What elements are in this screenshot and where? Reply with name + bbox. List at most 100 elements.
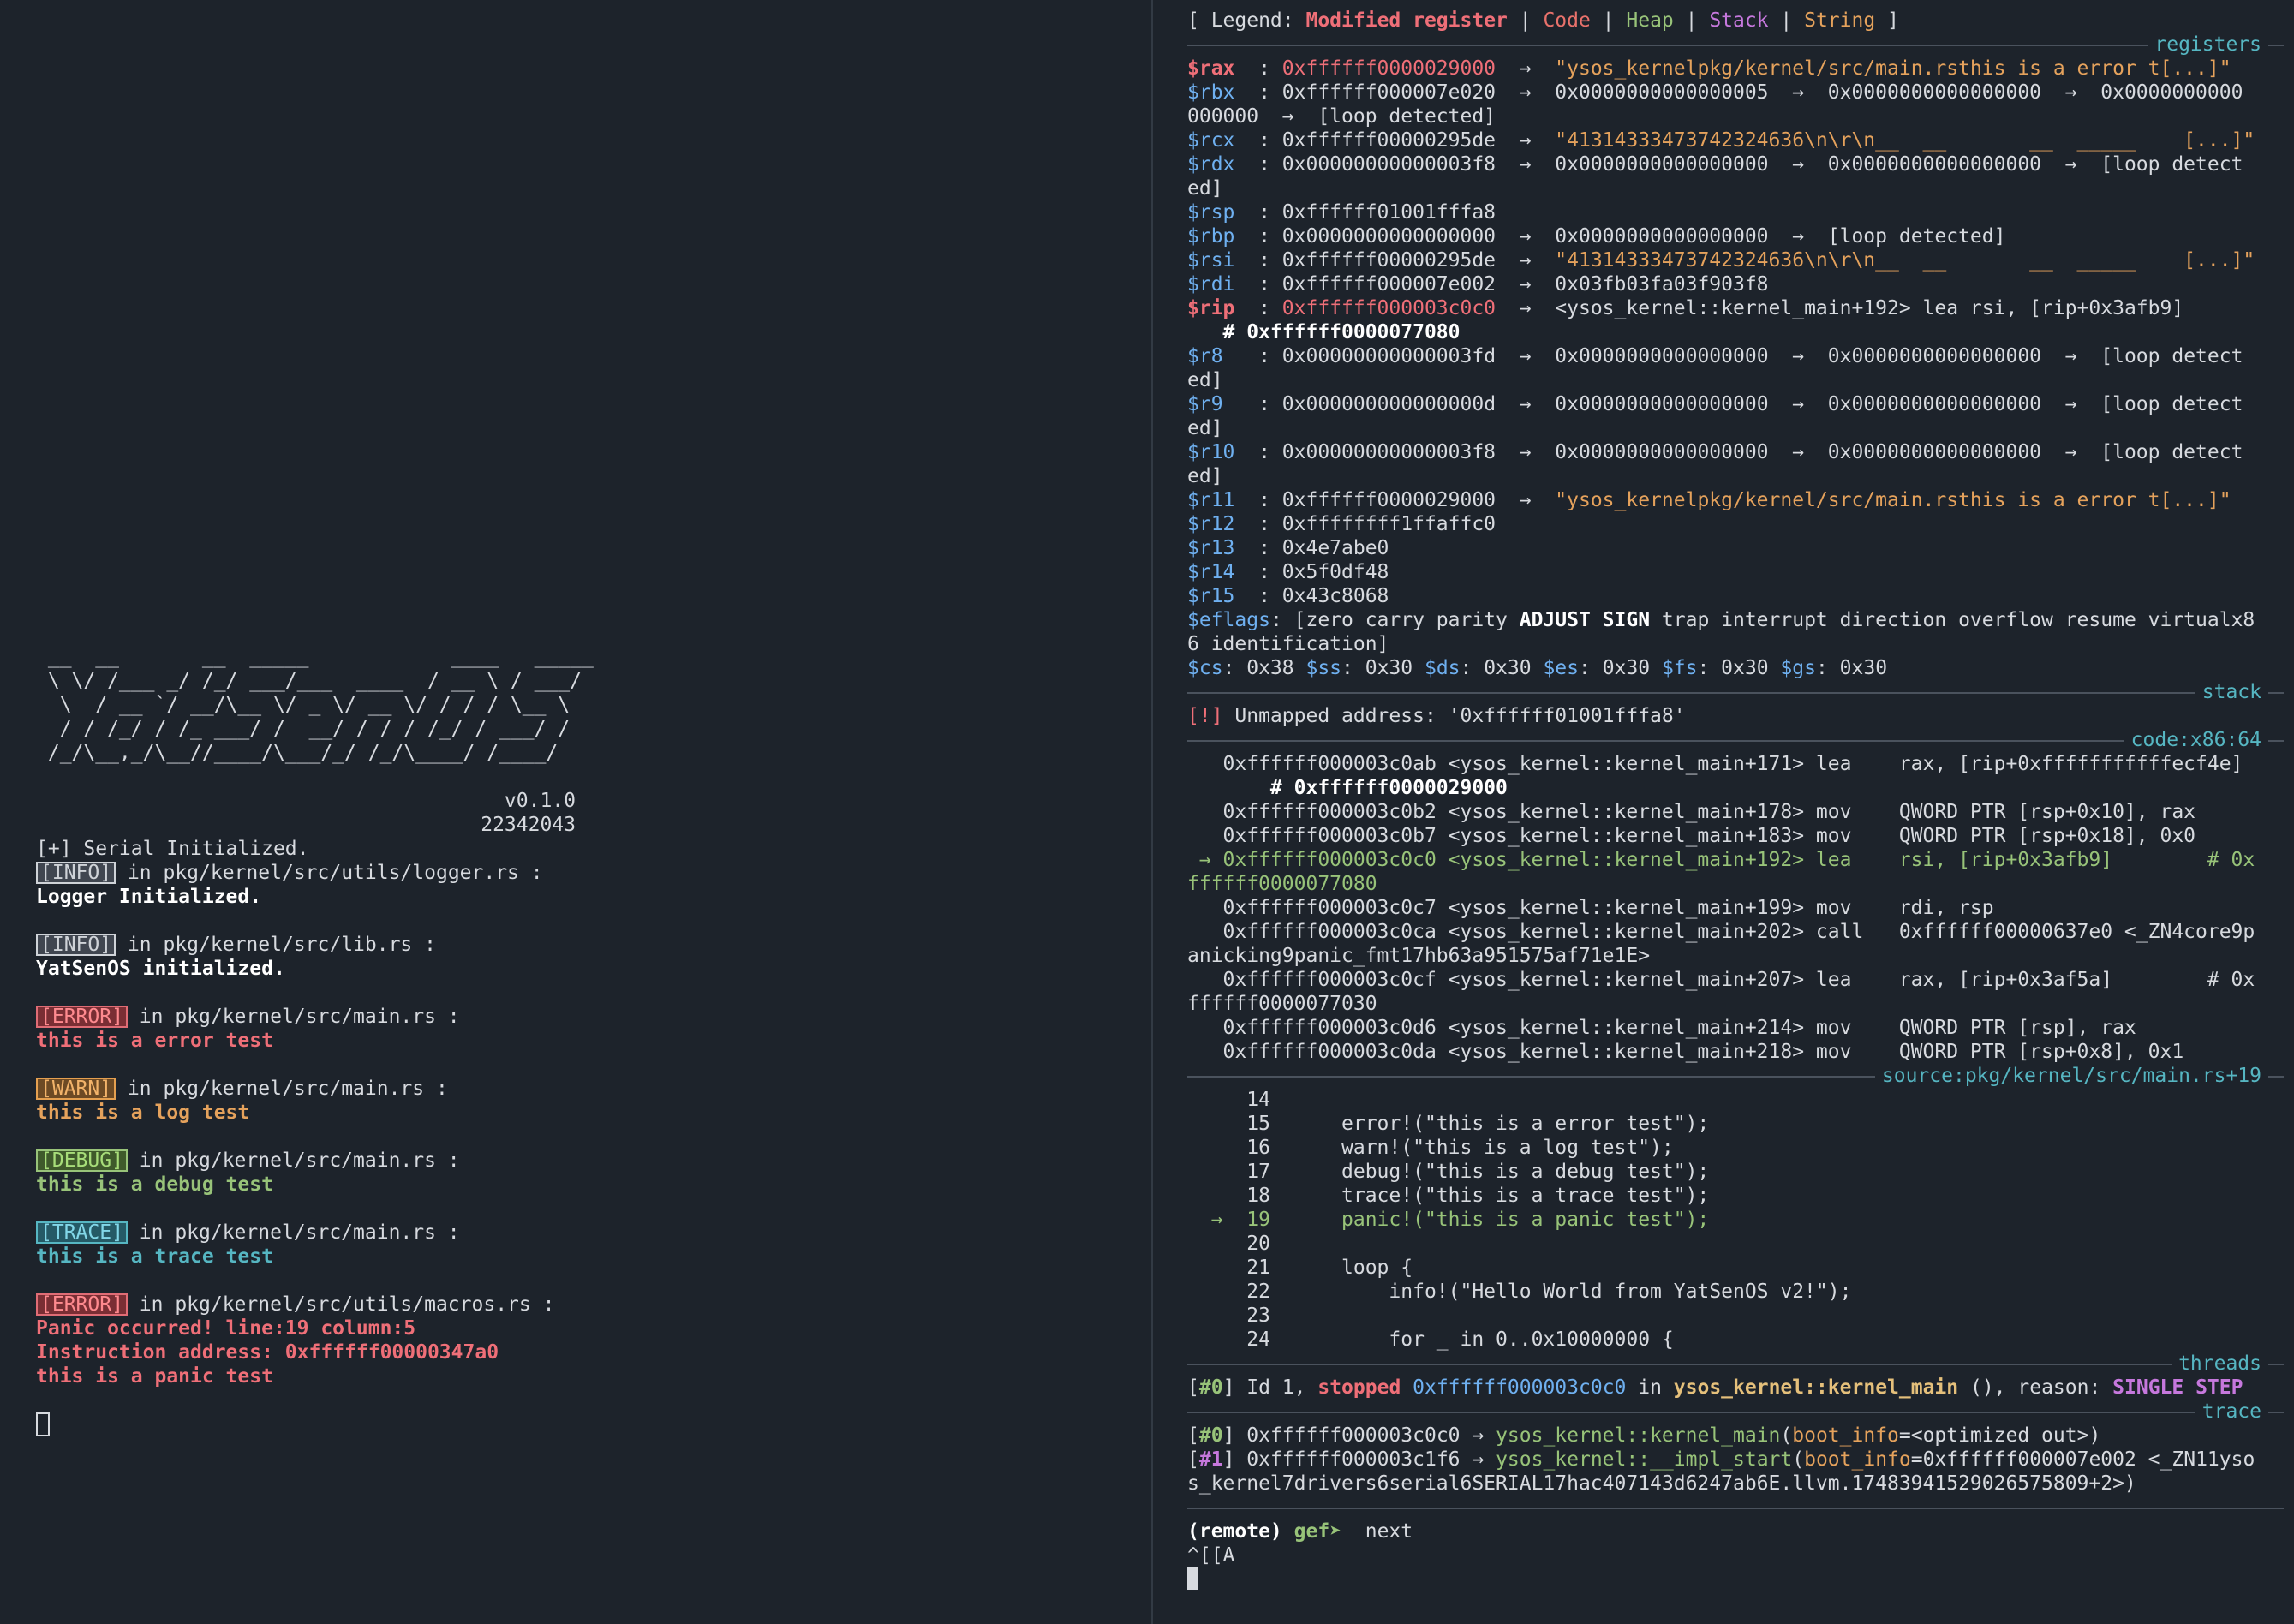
debug-badge: [DEBUG] bbox=[36, 1149, 128, 1172]
boot-log: __ __ __ _____ ____ _____ \ \/ /___ _/ /… bbox=[36, 645, 594, 1439]
register-wrap: # 0xffffff0000077080 bbox=[1187, 321, 1461, 343]
segment-register: $ss bbox=[1305, 657, 1342, 679]
register-value: 0xffffff00000295de bbox=[1281, 249, 1496, 272]
source-line: 15 error!("this is a error test"); bbox=[1187, 1113, 1710, 1135]
warning-icon: [!] bbox=[1187, 705, 1223, 727]
log-location: in pkg/kernel/src/main.rs : bbox=[127, 1149, 460, 1172]
log-entry: [INFO] in pkg/kernel/src/lib.rs : bbox=[36, 933, 594, 957]
code-separator: code:x86:64 bbox=[1187, 728, 2284, 752]
register-row: $rip : 0xffffff000003c0c0 → <ysos_kernel… bbox=[1187, 297, 2184, 319]
segment-register: $fs bbox=[1661, 657, 1698, 679]
gef-prompt: gef➤ bbox=[1293, 1520, 1353, 1543]
log-entry: [INFO] in pkg/kernel/src/utils/logger.rs… bbox=[36, 861, 594, 885]
register-row: $r11 : 0xffffff0000029000 → "ysos_kernel… bbox=[1187, 489, 2231, 511]
register-row: $r13 : 0x4e7abe0 bbox=[1187, 537, 1389, 559]
info-badge: [INFO] bbox=[36, 934, 116, 956]
register-value: 0xffffff000007e002 bbox=[1281, 273, 1496, 296]
source-line: 14 bbox=[1187, 1089, 1270, 1111]
instruction-line: 0xffffff000003c0cf <ysos_kernel::kernel_… bbox=[1187, 969, 2255, 991]
log-entry: [TRACE] in pkg/kernel/src/main.rs : bbox=[36, 1221, 594, 1245]
register-row: $rbp : 0x0000000000000000 → 0x0000000000… bbox=[1187, 225, 2006, 248]
trace-frame-wrap: s_kernel7drivers6serial6SERIAL17hac40714… bbox=[1187, 1472, 2136, 1495]
instruction-line: ffffff0000077030 bbox=[1187, 993, 1377, 1015]
log-location: in pkg/kernel/src/main.rs : bbox=[116, 1078, 448, 1100]
register-name: $rdi bbox=[1187, 273, 1235, 296]
legend-modified-register: Modified register bbox=[1305, 9, 1508, 32]
legend-stack: Stack bbox=[1709, 9, 1769, 32]
log-message: this is a log test bbox=[36, 1102, 250, 1124]
stack-section-title: stack bbox=[2195, 680, 2268, 704]
version-label: v0.1.0 bbox=[504, 790, 576, 812]
register-value: 0xffffff00000295de bbox=[1281, 129, 1496, 152]
eflags-line: $eflags: [zero carry parity ADJUST SIGN … bbox=[1187, 609, 2255, 631]
log-message: this is a debug test bbox=[36, 1173, 273, 1196]
console-cursor[interactable] bbox=[36, 1412, 594, 1439]
panic-entry: [ERROR] in pkg/kernel/src/utils/macros.r… bbox=[36, 1293, 594, 1317]
register-deref: 0x0000000000000005 → 0x0000000000000000 … bbox=[1555, 81, 2243, 104]
segment-register: $gs bbox=[1780, 657, 1816, 679]
typed-command[interactable]: next bbox=[1353, 1520, 1413, 1543]
thread-id: [#0] bbox=[1187, 1376, 1235, 1399]
trace-separator: trace bbox=[1187, 1400, 2284, 1424]
register-deref: "41314333473742324636\n\r\n__ __ __ ____… bbox=[1555, 249, 2255, 272]
student-id-label: 22342043 bbox=[481, 814, 576, 836]
source-section-title: source:pkg/kernel/src/main.rs+19 bbox=[1874, 1064, 2268, 1088]
register-deref: 0x0000000000000000 → 0x0000000000000000 … bbox=[1555, 153, 2243, 176]
register-name: $rdx bbox=[1187, 153, 1235, 176]
register-row: $r14 : 0x5f0df48 bbox=[1187, 561, 1389, 583]
panic-address: Instruction address: 0xffffff00000347a0 bbox=[36, 1341, 499, 1364]
trace-frame: [#1] 0xffffff000003c1f6 → ysos_kernel::_… bbox=[1187, 1448, 2255, 1471]
log-message: this is a trace test bbox=[36, 1245, 273, 1268]
instruction-line: 0xffffff000003c0c7 <ysos_kernel::kernel_… bbox=[1187, 897, 1994, 919]
error-badge: [ERROR] bbox=[36, 1293, 128, 1316]
info-badge: [INFO] bbox=[36, 862, 116, 884]
register-name: $rsp bbox=[1187, 201, 1235, 224]
panic-line: Panic occurred! line:19 column:5 bbox=[36, 1317, 416, 1340]
disassembly-list: 0xffffff000003c0ab <ysos_kernel::kernel_… bbox=[1187, 752, 2284, 1064]
segment-registers-line: $cs: 0x38 $ss: 0x30 $ds: 0x30 $es: 0x30 … bbox=[1187, 657, 1888, 679]
trace-badge: [TRACE] bbox=[36, 1221, 128, 1244]
remote-label: (remote) bbox=[1187, 1520, 1294, 1543]
register-value: 0x00000000000003fd bbox=[1281, 345, 1496, 367]
ascii-logo-line: / / /_/ / /_ ___/ / __/ / / / /_/ / ___/… bbox=[36, 718, 571, 740]
register-deref: "ysos_kernelpkg/kernel/src/main.rsthis i… bbox=[1555, 489, 2231, 511]
register-value: 0x00000000000003f8 bbox=[1281, 153, 1496, 176]
ascii-logo-line: /_/\__,_/\__//____/\___/_/ /_/\____/ /__… bbox=[36, 742, 559, 764]
source-line: 16 warn!("this is a log test"); bbox=[1187, 1137, 1674, 1159]
instruction-line: # 0xffffff0000029000 bbox=[1187, 777, 1508, 799]
register-name: $rbx bbox=[1187, 81, 1235, 104]
ascii-logo-line: __ __ __ _____ ____ _____ bbox=[36, 646, 594, 668]
register-name: $r10 bbox=[1187, 441, 1235, 463]
register-row: $rsi : 0xffffff00000295de → "41314333473… bbox=[1187, 249, 2255, 272]
current-instruction: ffffff0000077080 bbox=[1187, 873, 1377, 895]
threads-separator: threads bbox=[1187, 1352, 2284, 1376]
registers-section-title: registers bbox=[2148, 33, 2268, 57]
register-name: $r11 bbox=[1187, 489, 1235, 511]
register-wrap: ed] bbox=[1187, 177, 1223, 200]
serial-console-pane[interactable]: __ __ __ _____ ____ _____ \ \/ /___ _/ /… bbox=[0, 0, 1150, 1624]
gdb-gef-pane[interactable]: [ Legend: Modified register | Code | Hea… bbox=[1187, 9, 2284, 1591]
eflags-set-flags: ADJUST SIGN bbox=[1519, 609, 1651, 631]
ascii-logo-line: \ \/ /___ _/ /_/ ___/___ ____ / __ \ / _… bbox=[36, 670, 582, 692]
segment-register: $es bbox=[1543, 657, 1579, 679]
error-badge: [ERROR] bbox=[36, 1006, 128, 1028]
register-row: $r9 : 0x000000000000000d → 0x00000000000… bbox=[1187, 393, 2243, 415]
trace-frame: [#0] 0xffffff000003c0c0 → ysos_kernel::k… bbox=[1187, 1424, 2101, 1447]
instruction-line: 0xffffff000003c0da <ysos_kernel::kernel_… bbox=[1187, 1041, 2184, 1063]
gdb-prompt-line[interactable]: (remote) gef➤ next bbox=[1187, 1520, 2284, 1543]
source-line: 18 trace!("this is a trace test"); bbox=[1187, 1185, 1710, 1207]
register-name: $rbp bbox=[1187, 225, 1235, 248]
log-entry: [DEBUG] in pkg/kernel/src/main.rs : bbox=[36, 1149, 594, 1173]
register-wrap: ed] bbox=[1187, 465, 1223, 487]
register-name: $r12 bbox=[1187, 513, 1235, 535]
register-value: 0xffffff000003c0c0 bbox=[1281, 297, 1496, 319]
yatsenos-ascii-logo: __ __ __ _____ ____ _____ \ \/ /___ _/ /… bbox=[36, 645, 594, 765]
log-location: in pkg/kernel/src/lib.rs : bbox=[116, 934, 436, 956]
register-value: 0xffffff000007e020 bbox=[1281, 81, 1496, 104]
register-row: $r15 : 0x43c8068 bbox=[1187, 585, 1389, 607]
register-value: 0xffffffff1ffaffc0 bbox=[1281, 513, 1496, 535]
pane-divider[interactable] bbox=[1151, 0, 1153, 1624]
thread-state: stopped bbox=[1317, 1376, 1401, 1399]
register-value: 0x4e7abe0 bbox=[1281, 537, 1389, 559]
terminal-cursor[interactable] bbox=[1187, 1567, 2284, 1591]
